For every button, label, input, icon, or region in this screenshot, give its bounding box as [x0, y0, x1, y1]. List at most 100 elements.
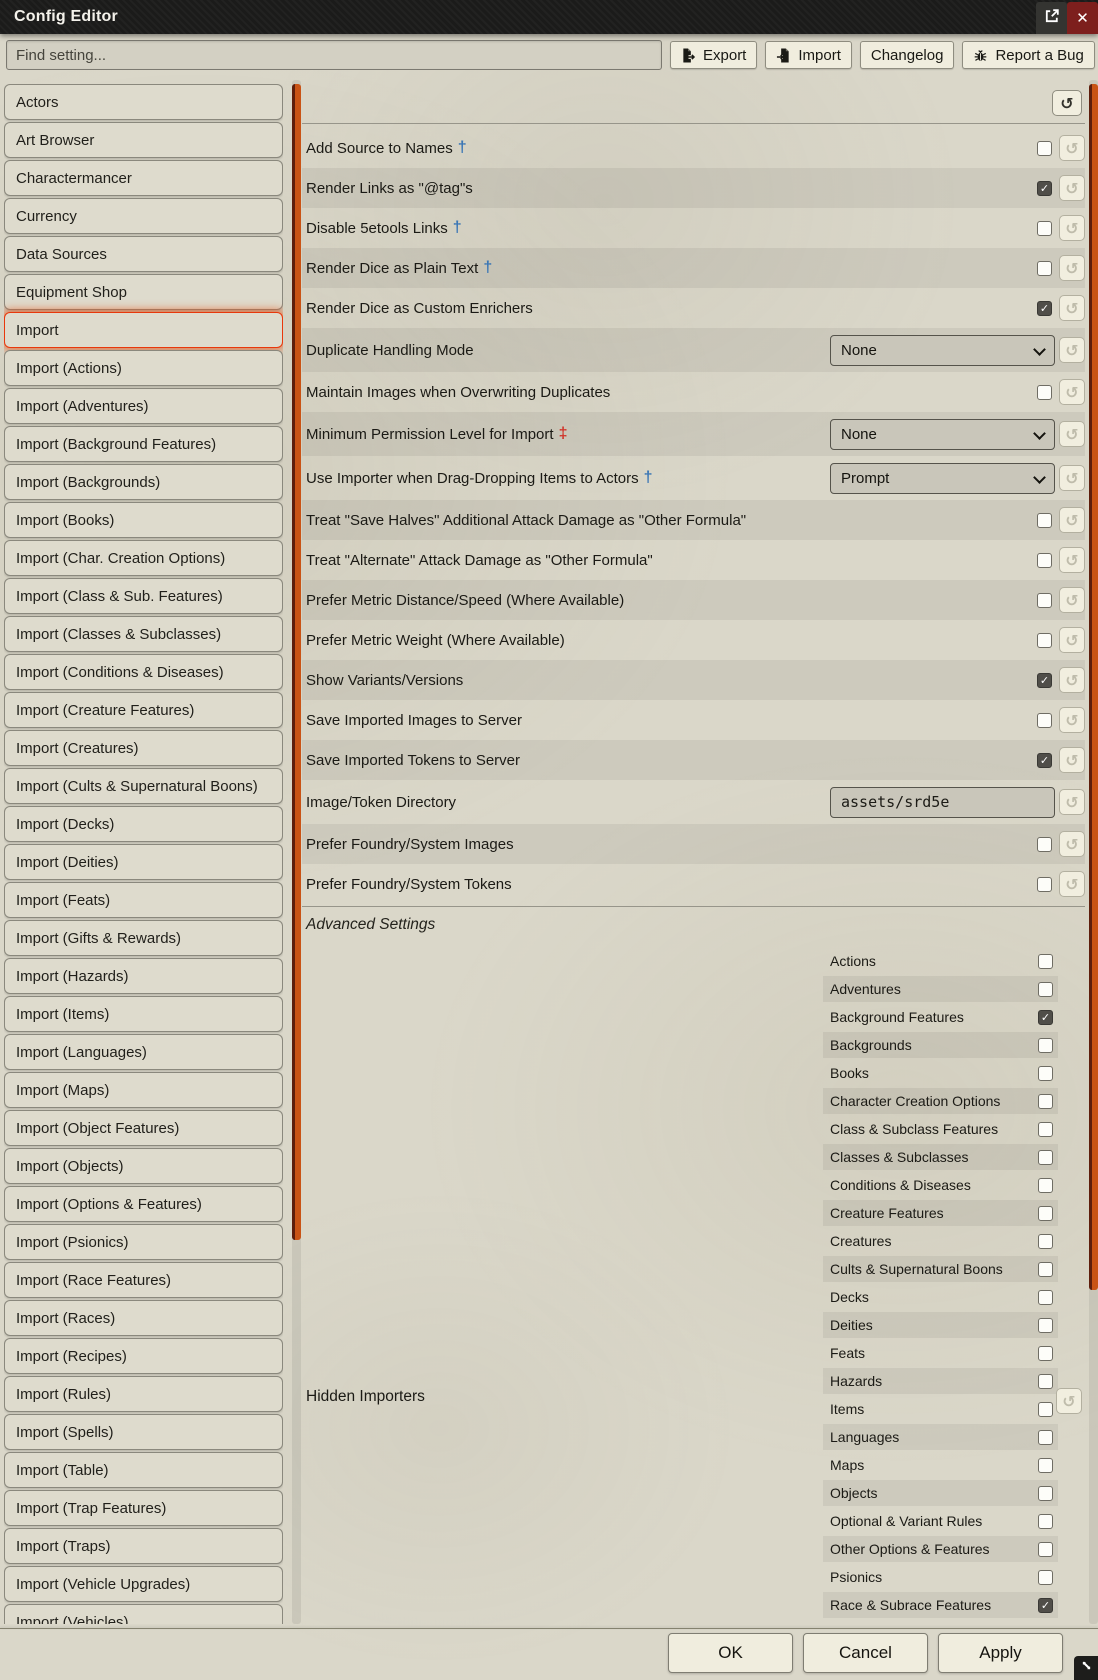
- setting-reset-button[interactable]: ↺: [1059, 547, 1085, 573]
- hidden-importer-checkbox[interactable]: [1038, 1430, 1053, 1445]
- setting-reset-button[interactable]: ↺: [1059, 507, 1085, 533]
- sidebar-item-import-background-features[interactable]: Import (Background Features): [4, 426, 283, 462]
- sidebar-item-import-races[interactable]: Import (Races): [4, 1300, 283, 1336]
- sidebar-item-import-creature-features[interactable]: Import (Creature Features): [4, 692, 283, 728]
- sidebar-item-import-classes-subclasses[interactable]: Import (Classes & Subclasses): [4, 616, 283, 652]
- sidebar-item-import-recipes[interactable]: Import (Recipes): [4, 1338, 283, 1374]
- setting-checkbox[interactable]: [1037, 837, 1052, 852]
- changelog-button[interactable]: Changelog: [860, 41, 955, 69]
- hidden-importer-checkbox[interactable]: [1038, 1318, 1053, 1333]
- sidebar-item-import-race-features[interactable]: Import (Race Features): [4, 1262, 283, 1298]
- setting-reset-button[interactable]: ↺: [1059, 255, 1085, 281]
- sidebar-item-import-maps[interactable]: Import (Maps): [4, 1072, 283, 1108]
- hidden-importer-checkbox[interactable]: [1038, 1038, 1053, 1053]
- sidebar-item-import[interactable]: Import: [4, 312, 283, 348]
- setting-checkbox[interactable]: [1037, 385, 1052, 400]
- sidebar-item-import-actions[interactable]: Import (Actions): [4, 350, 283, 386]
- reset-section-button[interactable]: ↺: [1052, 90, 1082, 116]
- sidebar-item-import-backgrounds[interactable]: Import (Backgrounds): [4, 464, 283, 500]
- import-button[interactable]: Import: [765, 41, 852, 69]
- hidden-importer-checkbox[interactable]: [1038, 1066, 1053, 1081]
- hidden-importer-checkbox[interactable]: [1038, 1290, 1053, 1305]
- sidebar-item-charactermancer[interactable]: Charactermancer: [4, 160, 283, 196]
- sidebar-item-import-deities[interactable]: Import (Deities): [4, 844, 283, 880]
- hidden-importer-checkbox[interactable]: [1038, 954, 1053, 969]
- setting-reset-button[interactable]: ↺: [1059, 379, 1085, 405]
- setting-reset-button[interactable]: ↺: [1059, 465, 1085, 491]
- ok-button[interactable]: OK: [668, 1633, 793, 1673]
- setting-checkbox[interactable]: [1037, 221, 1052, 236]
- hidden-importer-checkbox[interactable]: ✓: [1038, 1010, 1053, 1025]
- sidebar-item-import-rules[interactable]: Import (Rules): [4, 1376, 283, 1412]
- hidden-importer-checkbox[interactable]: [1038, 1206, 1053, 1221]
- sidebar-item-import-vehicles[interactable]: Import (Vehicles): [4, 1604, 283, 1624]
- hidden-importers-reset-button[interactable]: ↺: [1056, 1388, 1082, 1414]
- sidebar-item-import-object-features[interactable]: Import (Object Features): [4, 1110, 283, 1146]
- main-scrollbar[interactable]: [1089, 80, 1098, 1624]
- hidden-importer-checkbox[interactable]: [1038, 1458, 1053, 1473]
- setting-select[interactable]: None: [830, 419, 1055, 450]
- sidebar-item-import-creatures[interactable]: Import (Creatures): [4, 730, 283, 766]
- popout-button[interactable]: [1036, 2, 1067, 34]
- sidebar-item-import-class-sub-features[interactable]: Import (Class & Sub. Features): [4, 578, 283, 614]
- setting-reset-button[interactable]: ↺: [1059, 747, 1085, 773]
- sidebar-item-import-vehicle-upgrades[interactable]: Import (Vehicle Upgrades): [4, 1566, 283, 1602]
- hidden-importer-checkbox[interactable]: [1038, 1374, 1053, 1389]
- setting-reset-button[interactable]: ↺: [1059, 175, 1085, 201]
- sidebar-item-currency[interactable]: Currency: [4, 198, 283, 234]
- setting-checkbox[interactable]: [1037, 553, 1052, 568]
- setting-reset-button[interactable]: ↺: [1059, 135, 1085, 161]
- hidden-importer-checkbox[interactable]: [1038, 1178, 1053, 1193]
- setting-checkbox[interactable]: ✓: [1037, 301, 1052, 316]
- sidebar-item-art-browser[interactable]: Art Browser: [4, 122, 283, 158]
- setting-reset-button[interactable]: ↺: [1059, 707, 1085, 733]
- setting-checkbox[interactable]: [1037, 261, 1052, 276]
- setting-reset-button[interactable]: ↺: [1059, 831, 1085, 857]
- sidebar-item-import-char-creation-options[interactable]: Import (Char. Creation Options): [4, 540, 283, 576]
- setting-reset-button[interactable]: ↺: [1059, 667, 1085, 693]
- hidden-importer-checkbox[interactable]: [1038, 1346, 1053, 1361]
- report-bug-button[interactable]: Report a Bug: [962, 41, 1094, 69]
- sidebar-item-actors[interactable]: Actors: [4, 84, 283, 120]
- sidebar-item-import-hazards[interactable]: Import (Hazards): [4, 958, 283, 994]
- apply-button[interactable]: Apply: [938, 1633, 1063, 1673]
- sidebar-item-import-conditions-diseases[interactable]: Import (Conditions & Diseases): [4, 654, 283, 690]
- hidden-importer-checkbox[interactable]: [1038, 1570, 1053, 1585]
- hidden-importer-checkbox[interactable]: [1038, 1262, 1053, 1277]
- main-scrollbar-thumb[interactable]: [1089, 84, 1098, 1290]
- sidebar-item-import-psionics[interactable]: Import (Psionics): [4, 1224, 283, 1260]
- setting-checkbox[interactable]: ✓: [1037, 181, 1052, 196]
- setting-checkbox[interactable]: [1037, 593, 1052, 608]
- setting-reset-button[interactable]: ↺: [1059, 789, 1085, 815]
- hidden-importer-checkbox[interactable]: [1038, 1094, 1053, 1109]
- hidden-importer-checkbox[interactable]: [1038, 1150, 1053, 1165]
- setting-checkbox[interactable]: [1037, 633, 1052, 648]
- sidebar-item-import-objects[interactable]: Import (Objects): [4, 1148, 283, 1184]
- setting-checkbox[interactable]: [1037, 513, 1052, 528]
- search-input[interactable]: [6, 40, 662, 70]
- close-button[interactable]: ✕: [1067, 2, 1098, 34]
- setting-select[interactable]: Prompt: [830, 463, 1055, 494]
- setting-checkbox[interactable]: [1037, 141, 1052, 156]
- hidden-importer-checkbox[interactable]: [1038, 1234, 1053, 1249]
- setting-reset-button[interactable]: ↺: [1059, 421, 1085, 447]
- setting-checkbox[interactable]: [1037, 713, 1052, 728]
- sidebar-item-import-feats[interactable]: Import (Feats): [4, 882, 283, 918]
- sidebar-item-import-adventures[interactable]: Import (Adventures): [4, 388, 283, 424]
- sidebar-item-import-cults-supernatural-boons[interactable]: Import (Cults & Supernatural Boons): [4, 768, 283, 804]
- hidden-importer-checkbox[interactable]: [1038, 1122, 1053, 1137]
- setting-reset-button[interactable]: ↺: [1059, 871, 1085, 897]
- sidebar-item-import-options-features[interactable]: Import (Options & Features): [4, 1186, 283, 1222]
- setting-checkbox[interactable]: ✓: [1037, 753, 1052, 768]
- hidden-importer-checkbox[interactable]: [1038, 1514, 1053, 1529]
- hidden-importer-checkbox[interactable]: ✓: [1038, 1598, 1053, 1613]
- sidebar-item-import-table[interactable]: Import (Table): [4, 1452, 283, 1488]
- sidebar-item-import-decks[interactable]: Import (Decks): [4, 806, 283, 842]
- setting-checkbox[interactable]: [1037, 877, 1052, 892]
- sidebar-item-import-items[interactable]: Import (Items): [4, 996, 283, 1032]
- hidden-importer-checkbox[interactable]: [1038, 1542, 1053, 1557]
- cancel-button[interactable]: Cancel: [803, 1633, 928, 1673]
- sidebar-item-data-sources[interactable]: Data Sources: [4, 236, 283, 272]
- hidden-importer-checkbox[interactable]: [1038, 1486, 1053, 1501]
- setting-reset-button[interactable]: ↺: [1059, 295, 1085, 321]
